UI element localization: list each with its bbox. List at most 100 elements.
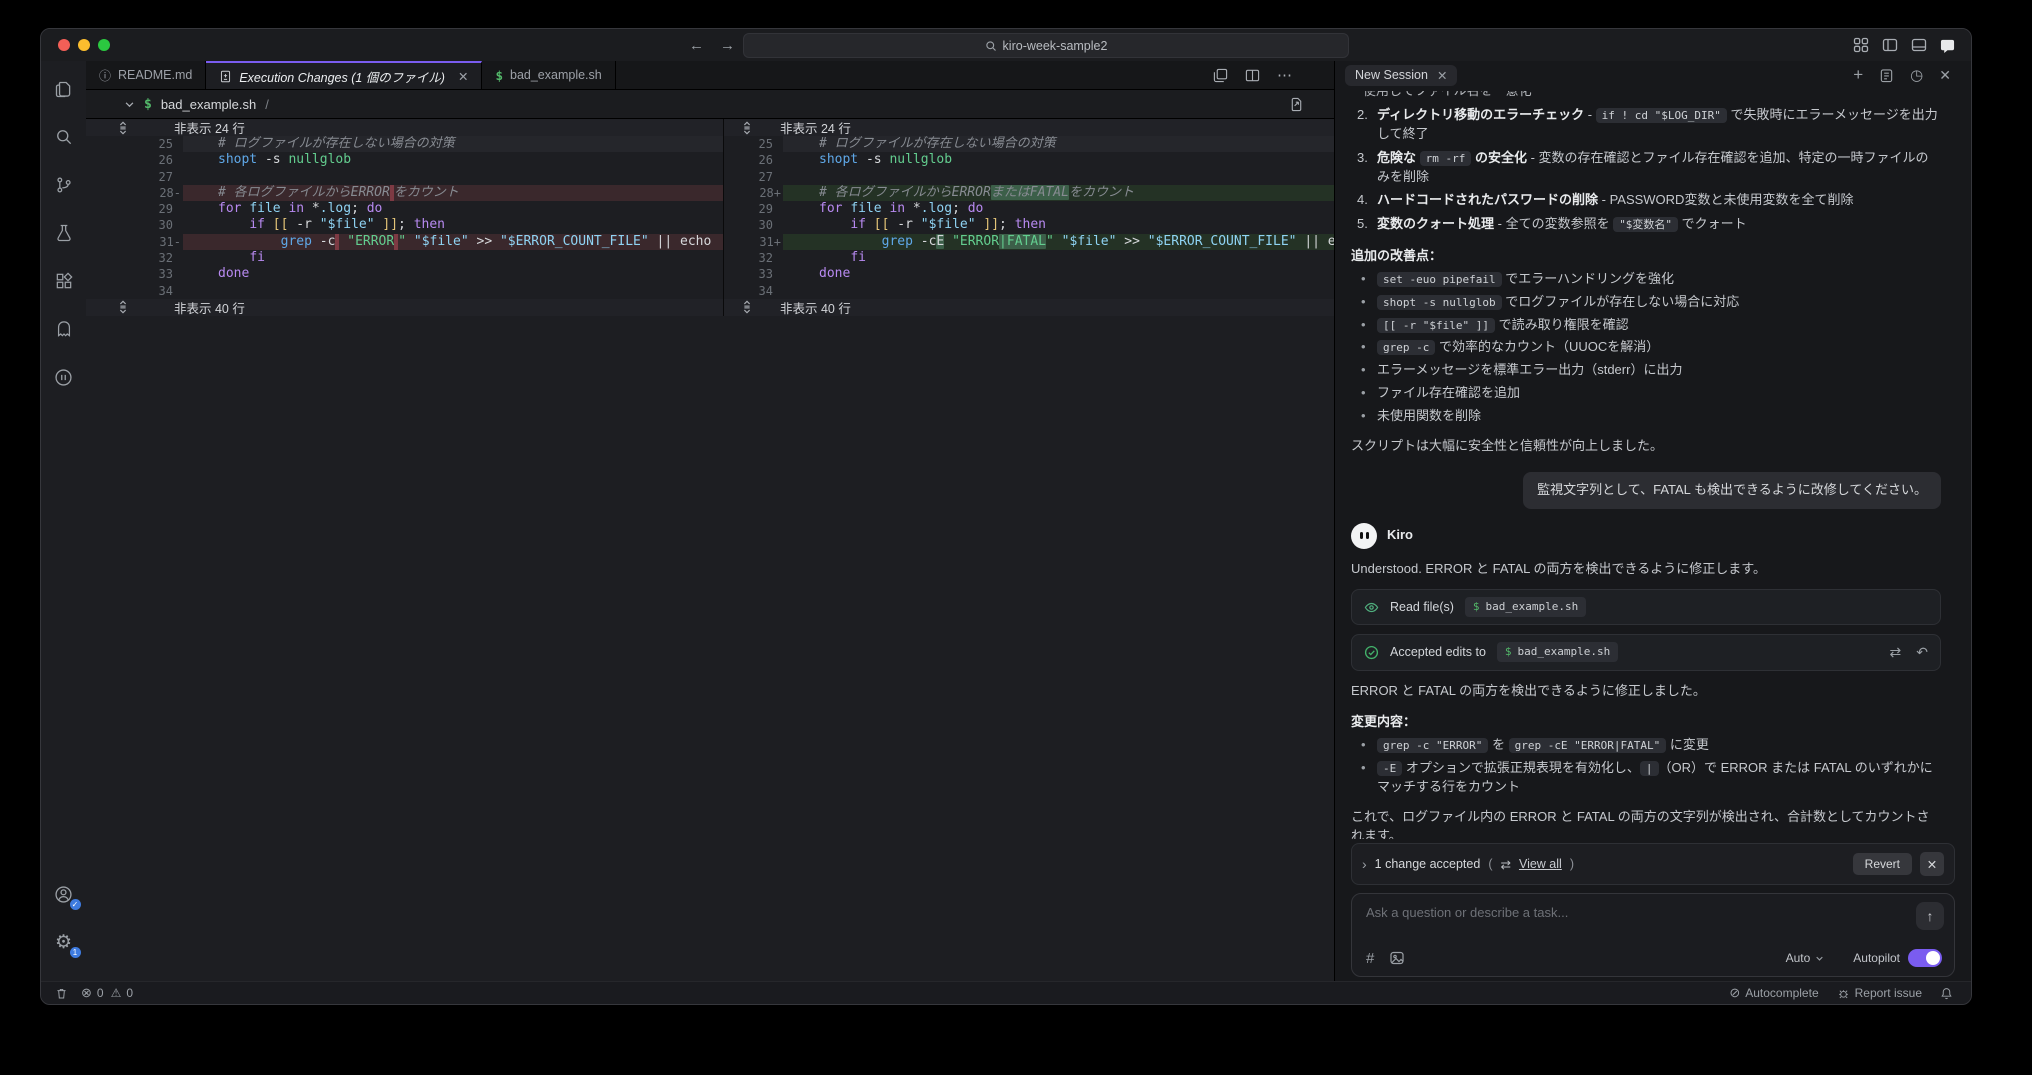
nav-forward-icon[interactable]: →: [720, 37, 735, 54]
view-all-link[interactable]: View all: [1519, 857, 1562, 871]
section-heading: 変更内容：: [1351, 713, 1941, 732]
diff-line-30: 30 if [[ -r "$file" ]]; then: [724, 217, 1334, 233]
nav-back-icon[interactable]: ←: [689, 37, 704, 54]
autocomplete-status[interactable]: ⊘ Autocomplete: [1729, 985, 1818, 1001]
close-window-button[interactable]: [58, 39, 70, 51]
layout-grid-icon[interactable]: [1853, 37, 1869, 53]
context-hash-icon[interactable]: #: [1366, 950, 1374, 967]
extensions-icon[interactable]: [50, 267, 78, 295]
close-panel-icon[interactable]: ✕: [1939, 67, 1951, 84]
explorer-icon[interactable]: [50, 75, 78, 103]
revert-button[interactable]: Revert: [1853, 853, 1912, 875]
chat-tabbar: New Session ✕ + ◷ ✕: [1335, 61, 1971, 89]
shell-file-icon: $: [144, 97, 152, 112]
hidden-lines-row[interactable]: 非表示 24 行: [86, 119, 723, 136]
settings-gear-icon[interactable]: ⚙ 1: [50, 928, 78, 956]
chat-input-box[interactable]: ↑ # Auto Autopilot: [1351, 893, 1955, 977]
chat-bubble-icon[interactable]: [1940, 38, 1955, 53]
unfold-icon[interactable]: [740, 300, 754, 314]
panel-left-icon[interactable]: [1882, 37, 1898, 53]
tab-readme[interactable]: ⓘ README.md: [86, 61, 206, 89]
diff-line-27: 27: [86, 169, 723, 185]
autopilot-label: Autopilot: [1853, 951, 1900, 965]
changes-accepted-bar[interactable]: › 1 change accepted ( ⇄ View all ) Rever…: [1351, 843, 1955, 885]
user-message-bubble: 監視文字列として、FATAL も検出できるように改修してください。: [1523, 472, 1941, 509]
bullet-list-item: •エラーメッセージを標準エラー出力（stderr）に出力: [1361, 361, 1941, 380]
clipped-message-line: 使用してファイル名を一意化: [1363, 91, 1941, 101]
chevron-right-icon[interactable]: ›: [1362, 856, 1367, 872]
inline-code: |: [1640, 761, 1659, 776]
minimize-window-button[interactable]: [78, 39, 90, 51]
diff-file-icon: [219, 70, 232, 83]
inline-code: "$変数名": [1613, 217, 1678, 232]
hidden-lines-row[interactable]: 非表示 40 行: [724, 299, 1334, 316]
send-button[interactable]: ↑: [1916, 902, 1944, 930]
chevron-down-icon[interactable]: [124, 99, 135, 110]
dismiss-accepted-icon[interactable]: ✕: [1920, 852, 1944, 876]
report-issue[interactable]: Report issue: [1837, 986, 1922, 1000]
test-flask-icon[interactable]: [50, 219, 78, 247]
close-tab-icon[interactable]: ✕: [458, 69, 468, 84]
file-chip[interactable]: $bad_example.sh: [1465, 597, 1586, 617]
assistant-paragraph: スクリプトは大幅に安全性と信頼性が向上しました。: [1351, 437, 1941, 456]
project-search-box[interactable]: kiro-week-sample2: [743, 33, 1349, 58]
task-list-icon[interactable]: [1879, 68, 1894, 83]
account-icon[interactable]: ✓: [50, 880, 78, 908]
accepted-summary: 1 change accepted: [1375, 857, 1481, 871]
diff-file-path: /: [265, 97, 269, 112]
inline-code: shopt -s nullglob: [1377, 295, 1502, 310]
hidden-lines-row[interactable]: 非表示 24 行: [724, 119, 1334, 136]
search-panel-icon[interactable]: [50, 123, 78, 151]
compare-changes-icon[interactable]: ⇄: [1890, 642, 1902, 662]
warnings-indicator[interactable]: ⚠ 0: [111, 986, 133, 1000]
unfold-icon[interactable]: [116, 300, 130, 314]
diff-line-31: 31+ grep -cE "ERROR|FATAL" "$file" >> "$…: [724, 234, 1334, 250]
inline-code: grep -c: [1377, 340, 1435, 355]
tab-bad-example[interactable]: $ bad_example.sh: [482, 61, 615, 89]
errors-indicator[interactable]: ⊗ 0: [81, 985, 104, 1001]
unfold-icon[interactable]: [116, 121, 130, 135]
split-layout-icon[interactable]: [1245, 68, 1260, 83]
diff-file-name[interactable]: bad_example.sh: [161, 97, 256, 112]
open-file-icon[interactable]: [1289, 97, 1304, 112]
chat-session-tab[interactable]: New Session ✕: [1345, 65, 1457, 86]
autopilot-toggle[interactable]: [1908, 949, 1942, 967]
bullet-list-item: •shopt -s nullglob でログファイルが存在しない場合に対応: [1361, 293, 1941, 312]
split-editor-icon[interactable]: [1213, 68, 1228, 83]
record-pause-icon[interactable]: [50, 363, 78, 391]
more-actions-icon[interactable]: ⋯: [1277, 66, 1292, 84]
panel-bottom-icon[interactable]: [1911, 37, 1927, 53]
slash-circle-icon: ⊘: [1729, 985, 1740, 1001]
diff-line-25: 25# ログファイルが存在しない場合の対策: [724, 136, 1334, 152]
tab-execution-changes[interactable]: Execution Changes (1 個のファイル) ✕: [206, 61, 482, 89]
hidden-lines-row[interactable]: 非表示 40 行: [86, 299, 723, 316]
kiro-ghost-icon[interactable]: [50, 315, 78, 343]
tool-card-accepted-edits[interactable]: Accepted edits to$bad_example.sh⇄↶: [1351, 634, 1941, 670]
traffic-lights: [41, 39, 110, 51]
attach-image-icon[interactable]: [1389, 950, 1405, 966]
bell-icon[interactable]: [1940, 987, 1953, 1000]
unfold-icon[interactable]: [740, 121, 754, 135]
inline-code: grep -c "ERROR": [1377, 738, 1488, 753]
chat-input[interactable]: [1364, 904, 1859, 921]
inline-code: if ! cd "$LOG_DIR": [1596, 108, 1727, 123]
new-session-icon[interactable]: +: [1853, 65, 1863, 85]
tool-card-read-files[interactable]: Read file(s)$bad_example.sh: [1351, 589, 1941, 625]
trash-icon[interactable]: [55, 987, 68, 1000]
history-icon[interactable]: ◷: [1910, 66, 1923, 84]
zoom-window-button[interactable]: [98, 39, 110, 51]
close-session-icon[interactable]: ✕: [1437, 68, 1447, 83]
bullet-list-item: •set -euo pipefail でエラーハンドリングを強化: [1361, 270, 1941, 289]
source-control-icon[interactable]: [50, 171, 78, 199]
undo-edits-icon[interactable]: ↶: [1916, 642, 1928, 662]
warning-icon: ⚠: [111, 986, 122, 1000]
model-mode-select[interactable]: Auto: [1786, 951, 1825, 965]
assistant-paragraph: Understood. ERROR と FATAL の両方を検出できるように修正…: [1351, 560, 1941, 579]
ordered-list-item: 4.ハードコードされたパスワードの削除 - PASSWORD変数と未使用変数を全…: [1357, 191, 1941, 210]
file-chip[interactable]: $bad_example.sh: [1497, 642, 1618, 662]
compare-changes-icon: ⇄: [1500, 857, 1510, 872]
ordered-list-item: 3.危険な rm -rf の安全化 - 変数の存在確認とファイル存在確認を追加、…: [1357, 149, 1941, 187]
diff-line-26: 26shopt -s nullglob: [86, 152, 723, 168]
project-name: kiro-week-sample2: [1003, 39, 1108, 53]
bullet-list-item: •grep -c で効率的なカウント（UUOCを解消）: [1361, 338, 1941, 357]
